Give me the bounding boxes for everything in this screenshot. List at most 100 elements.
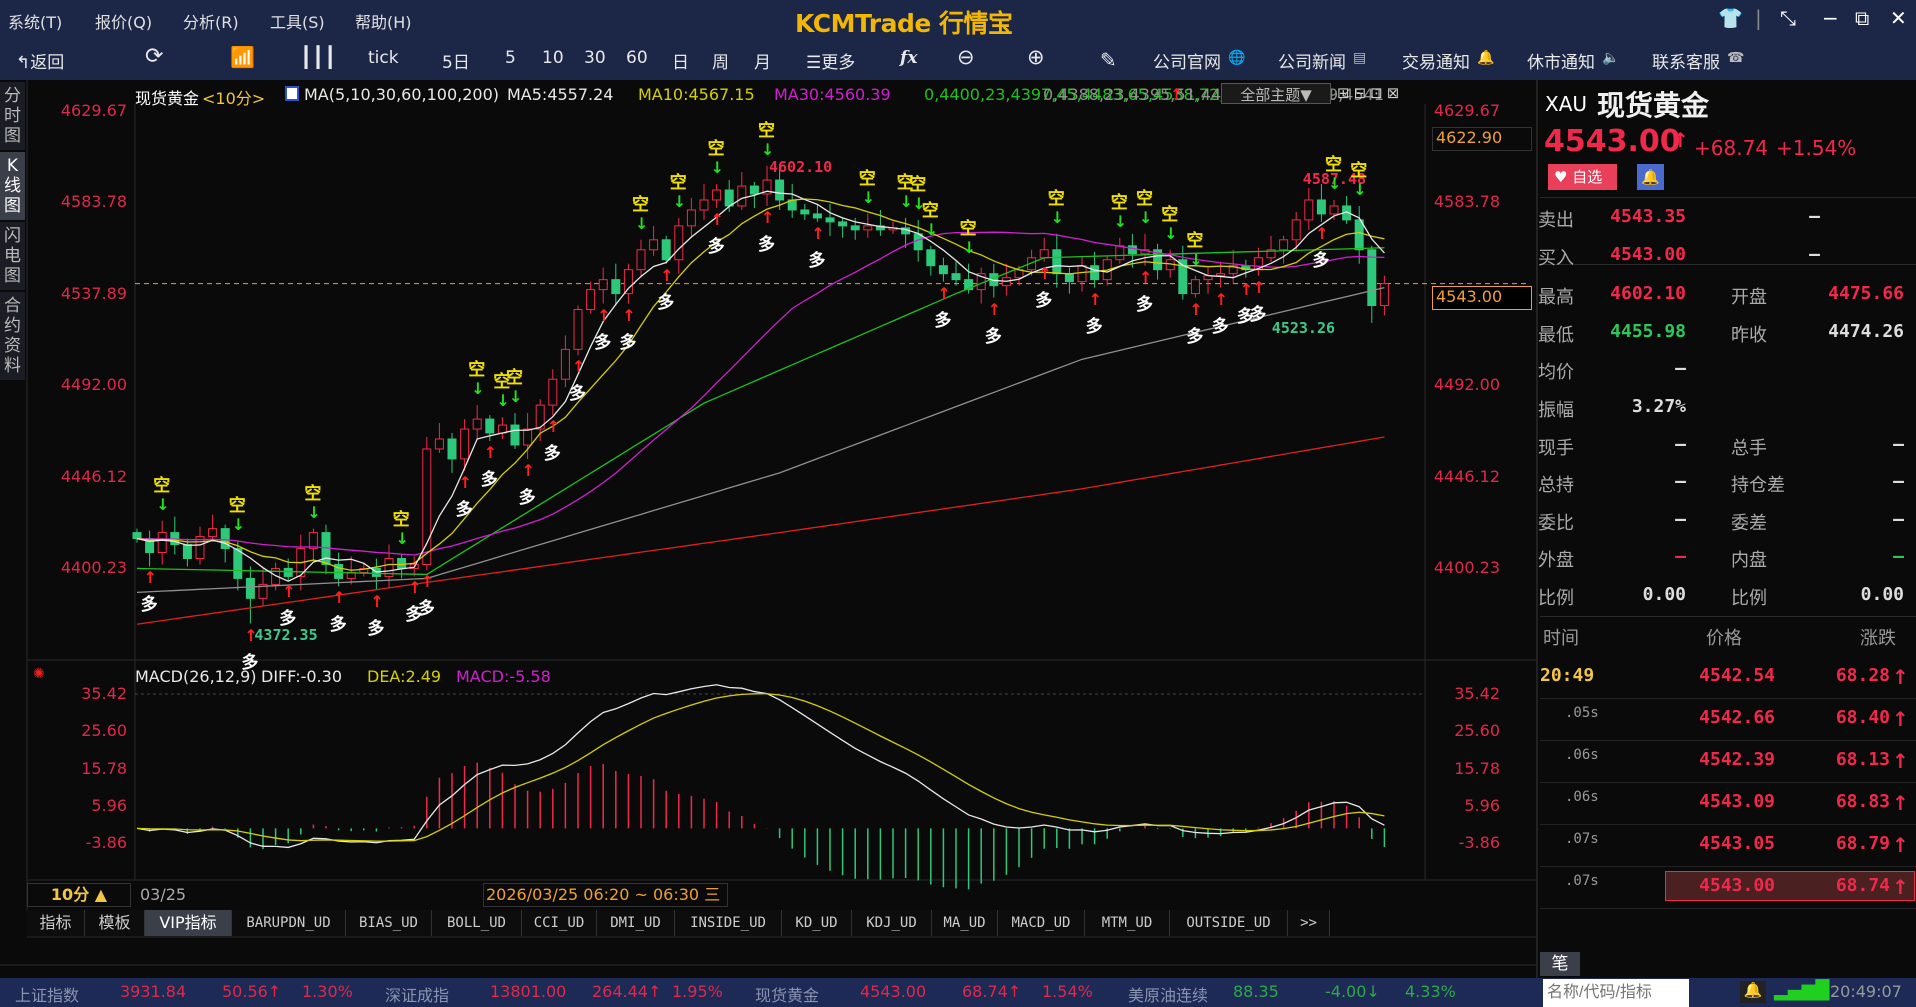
alert-bell-button[interactable]: 🔔 (1637, 164, 1664, 190)
candle-body (749, 185, 759, 195)
long-arrow-icon: ↑ (370, 592, 384, 612)
short-arrow-icon: ↓ (635, 213, 649, 233)
indicator-tab[interactable]: BARUPDN_UD (232, 910, 346, 936)
ticker-pct: 1.54% (1042, 982, 1093, 1001)
quote-row-value: — (1893, 508, 1904, 530)
ma-params: MA(5,10,30,60,100,200) (304, 85, 499, 104)
ticker-chg: 68.74↑ (962, 982, 1022, 1001)
ticker-name[interactable]: 深证成指 (385, 982, 449, 1006)
period-30[interactable]: 30 (584, 48, 606, 68)
toolbar-link[interactable]: 联系客服 (1652, 48, 1720, 73)
heart-icon: ♥ (1554, 168, 1573, 186)
indicator-tab[interactable]: BOLL_UD (432, 910, 522, 936)
toolbar-link[interactable]: 公司官网 (1153, 48, 1221, 73)
candle-body (1077, 265, 1087, 283)
short-arrow-icon: ↓ (471, 379, 485, 399)
ma-indicator-icon[interactable] (285, 86, 299, 101)
quote-row-label: 最低 (1538, 324, 1574, 346)
candle-body (712, 189, 722, 201)
menu-item[interactable]: 报价(Q) (95, 9, 152, 33)
long-arrow-icon: ↑ (811, 223, 825, 243)
short-signal-label: 空 (1161, 204, 1179, 225)
candle-body (926, 249, 936, 267)
compact-icon[interactable]: ⤡ (1780, 6, 1796, 30)
long-signal-label: 多 (657, 292, 675, 313)
left-tab[interactable]: 分时图 (0, 82, 25, 150)
menu-item[interactable]: 工具(S) (270, 9, 325, 33)
refresh-icon[interactable]: ⟳ (145, 44, 163, 69)
candle-body (1127, 245, 1137, 255)
period-月[interactable]: 月 (754, 48, 771, 73)
ticker-name[interactable]: 现货黄金 (755, 982, 819, 1006)
quote-row-label: 比例 (1538, 588, 1574, 609)
indicator-tab[interactable]: OUTSIDE_UD (1170, 910, 1288, 936)
indicator-tab[interactable]: VIP指标 (145, 910, 232, 936)
indicator-tab[interactable]: >> (1288, 910, 1330, 936)
theme-select[interactable]: 全部主题▼ (1221, 83, 1331, 104)
indicator-light-icon[interactable]: ✺ (33, 666, 45, 682)
period-5[interactable]: 5 (505, 48, 516, 68)
news-icon: ▤ (1353, 50, 1367, 66)
period-60[interactable]: 60 (626, 48, 648, 68)
zoom-out-icon[interactable]: ⊖ (957, 45, 975, 69)
candlestick-icon[interactable]: ┃┃┃ (300, 45, 336, 69)
zoom-in-icon[interactable]: ⊕ (1027, 45, 1045, 69)
tick-header: 价格 (1706, 628, 1742, 649)
indicator-tab[interactable]: KDJ_UD (852, 910, 932, 936)
indicator-tab[interactable]: 模板 (85, 910, 145, 936)
period-10[interactable]: 10 (542, 48, 564, 68)
indicator-tab[interactable]: KD_UD (782, 910, 852, 936)
toolbar-link[interactable]: 休市通知 (1527, 48, 1595, 73)
candle-body (661, 239, 671, 261)
formula-button[interactable]: fx (900, 48, 917, 68)
period-selector[interactable]: 10分 ▲ (27, 883, 131, 907)
indicator-tab[interactable]: BIAS_UD (346, 910, 432, 936)
period-周[interactable]: 周 (712, 48, 729, 73)
candle-body (1379, 283, 1389, 307)
skin-icon[interactable]: 👕 (1718, 6, 1743, 30)
indicator-tab[interactable]: DMI_UD (597, 910, 675, 936)
ticker-name[interactable]: 上证指数 (15, 982, 79, 1006)
period-5日[interactable]: 5日 (442, 48, 470, 73)
candle-body (548, 378, 558, 406)
short-arrow-icon: ↓ (307, 502, 321, 522)
close-icon[interactable]: ✕ (1890, 6, 1907, 30)
ma200-line (136, 436, 1385, 625)
indicator-tab[interactable]: CCI_UD (522, 910, 597, 936)
line-chart-icon[interactable]: 📶 (230, 45, 255, 69)
short-arrow-icon: ↓ (395, 528, 409, 548)
app-title: KCMTrade 行情宝 (795, 9, 1013, 38)
indicator-tab[interactable]: MACD_UD (998, 910, 1085, 936)
quote-row-label: 开盘 (1731, 287, 1767, 309)
indicator-tab[interactable]: INSIDE_UD (675, 910, 782, 936)
indicator-tab[interactable]: MA_UD (932, 910, 998, 936)
short-arrow-icon: ↓ (672, 191, 687, 211)
draw-pen-icon[interactable]: ✎ (1100, 48, 1117, 72)
indicator-tab[interactable]: MTM_UD (1085, 910, 1170, 936)
menu-item[interactable]: 分析(R) (183, 9, 239, 33)
left-tab[interactable]: 闪电图 (0, 222, 25, 290)
layout-icons[interactable]: ⊞⊟⊡⊠ (1337, 84, 1403, 102)
menu-item[interactable]: 系统(T) (8, 9, 62, 33)
y-axis-label-left: 4446.12 (60, 466, 127, 486)
left-tab[interactable]: 合约资料 (0, 292, 25, 380)
candle-body (573, 309, 583, 350)
left-tab[interactable]: K线图 (0, 152, 25, 220)
quote-row-value: 4602.10 (1610, 283, 1686, 305)
search-input[interactable] (1543, 979, 1689, 1007)
more-button[interactable]: ☰更多 (806, 48, 855, 73)
minimize-icon[interactable]: − (1822, 6, 1839, 30)
period-tick[interactable]: tick (368, 48, 399, 68)
ticker-name[interactable]: 美原油连续 (1128, 982, 1208, 1006)
notification-bell-icon[interactable]: 🔔 (1740, 981, 1766, 1003)
back-button[interactable]: ↰返回 (16, 48, 64, 73)
candle-body (674, 225, 684, 261)
toolbar-link[interactable]: 公司新闻 (1278, 48, 1346, 73)
maximize-icon[interactable]: ⧉ (1855, 6, 1869, 30)
indicator-tab[interactable]: 指标 (27, 910, 85, 936)
tick-tab[interactable]: 笔 (1540, 952, 1580, 976)
period-日[interactable]: 日 (672, 48, 689, 73)
menu-item[interactable]: 帮助(H) (355, 9, 412, 33)
watchlist-button[interactable]: ♥ 自选 (1548, 164, 1617, 190)
toolbar-link[interactable]: 交易通知 (1402, 48, 1470, 73)
